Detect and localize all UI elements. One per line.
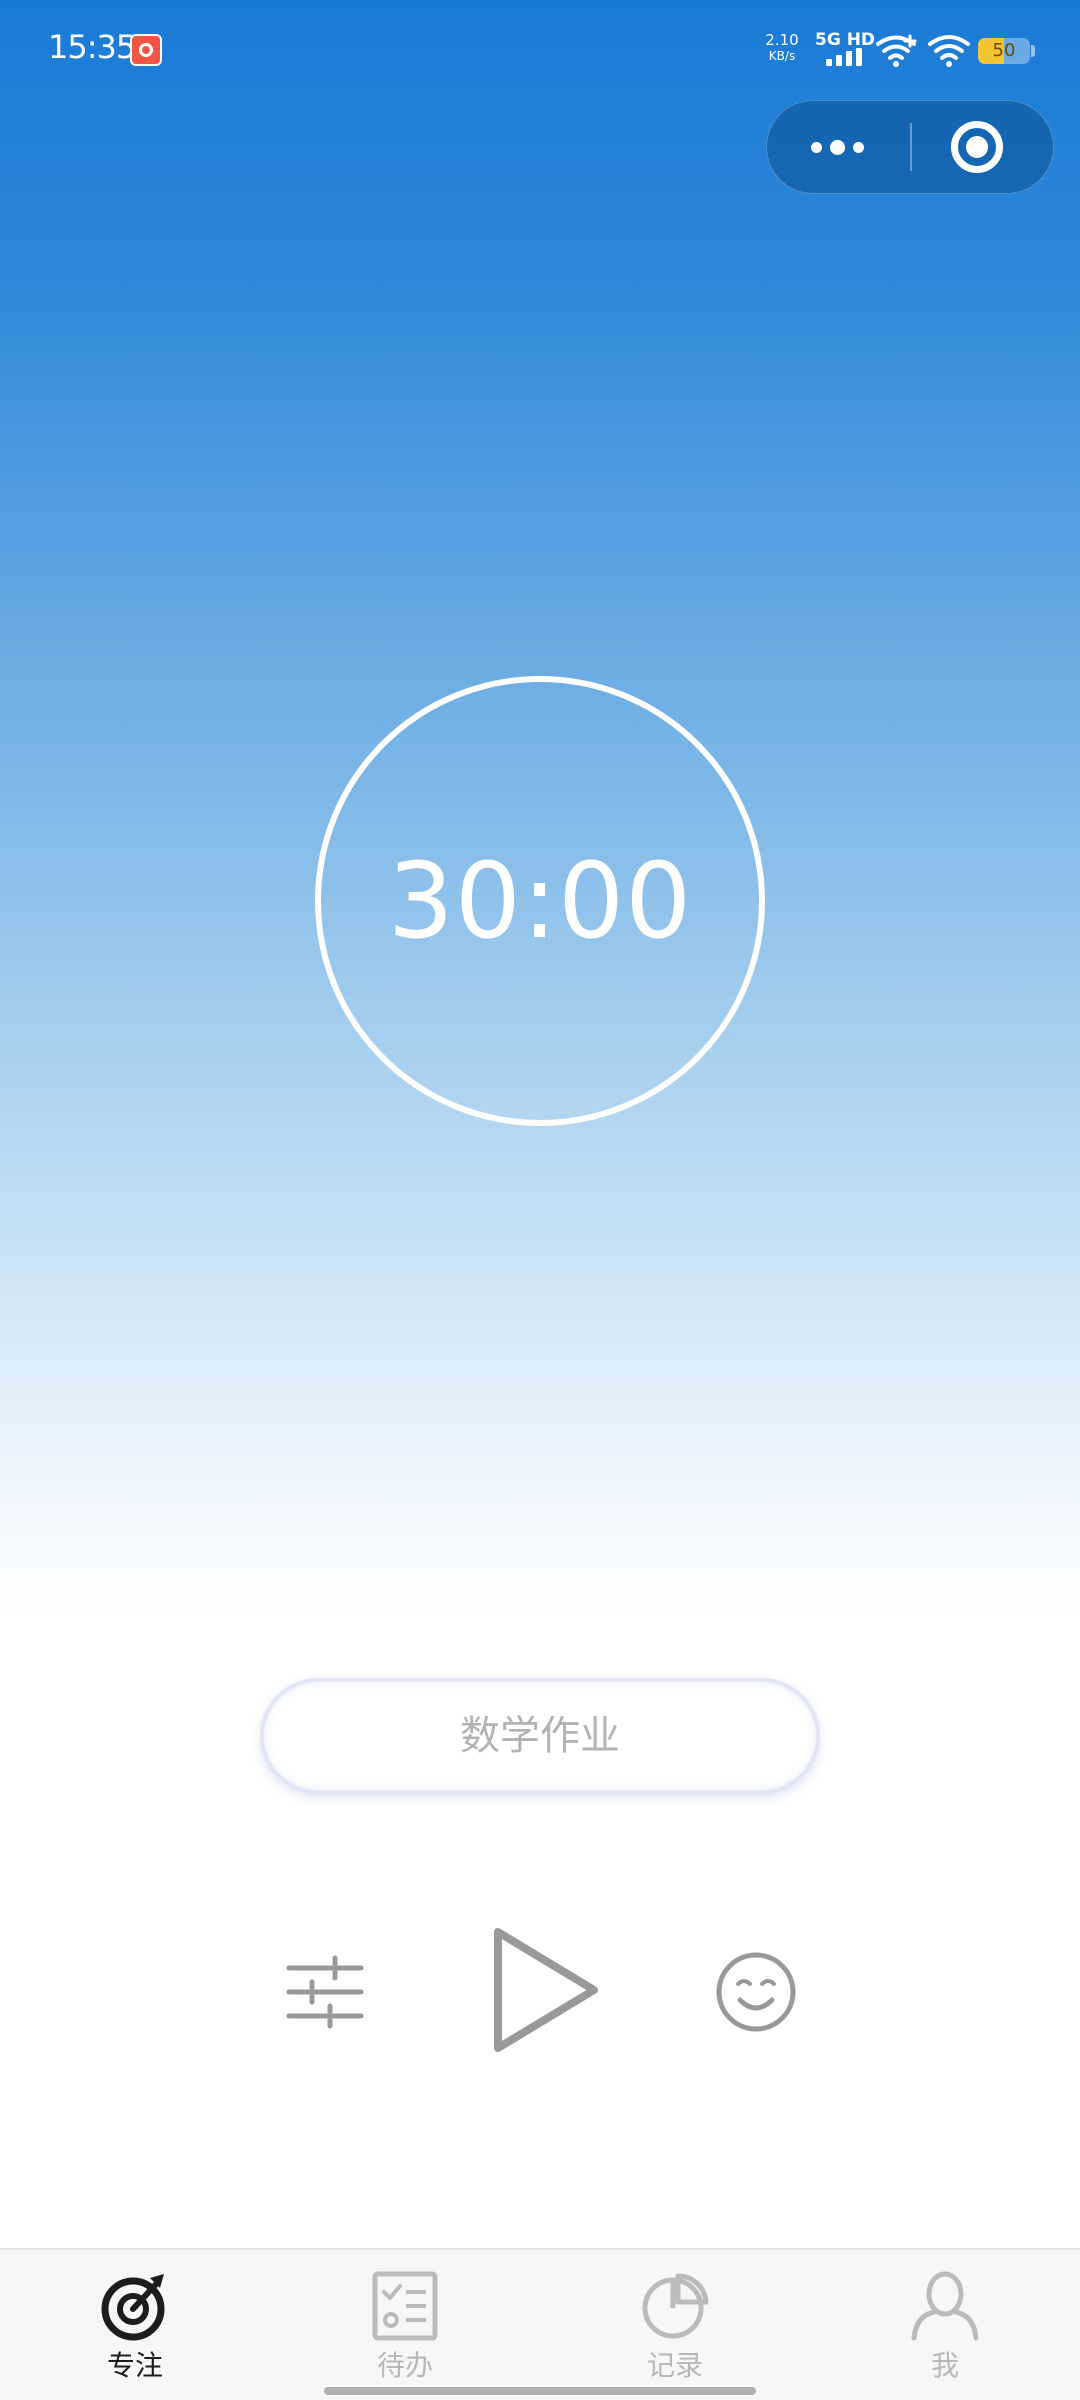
tab-focus-label: 专注 (106, 2349, 163, 2382)
play-button[interactable] (488, 1924, 604, 2056)
smiley-icon (716, 1952, 796, 2032)
home-indicator[interactable] (324, 2387, 756, 2395)
miniprogram-capsule (766, 100, 1054, 194)
bottom-tab-bar: 专注 待办 记录 我 (0, 2248, 1080, 2400)
network-speed-value: 2.10 (765, 31, 799, 49)
battery-tip (1031, 45, 1035, 57)
timer-display: 30:00 (387, 840, 693, 962)
play-icon (494, 1928, 598, 2052)
pie-chart-icon (642, 2273, 709, 2339)
tab-records[interactable]: 记录 (540, 2250, 810, 2400)
capsule-divider (910, 123, 912, 171)
wifi-plus-icon (876, 34, 917, 67)
close-miniprogram-button[interactable] (913, 101, 1053, 193)
battery-icon: 50 (978, 38, 1030, 64)
status-time: 15:35 (48, 28, 136, 66)
mood-button[interactable] (714, 1950, 798, 2034)
tab-records-label: 记录 (646, 2349, 703, 2382)
tab-me-label: 我 (930, 2349, 959, 2382)
network-speed: 2.10 KB/s (762, 32, 802, 64)
battery-level: 50 (992, 40, 1016, 61)
focus-target-icon (101, 2274, 165, 2341)
wifi-icon (928, 35, 970, 67)
notification-app-icon (130, 34, 162, 66)
checklist-icon (372, 2271, 438, 2341)
status-bar: 15:35 2.10 KB/s 5G HD 50 (0, 0, 1080, 100)
tab-todo[interactable]: 待办 (270, 2250, 540, 2400)
user-icon (911, 2271, 979, 2341)
timer-circle[interactable]: 30:00 (315, 676, 765, 1126)
signal-type-label: 5G HD (815, 30, 876, 50)
settings-button[interactable] (280, 1950, 370, 2034)
tab-focus[interactable]: 专注 (0, 2250, 270, 2400)
network-speed-unit: KB/s (768, 49, 796, 63)
task-select-button[interactable]: 数学作业 (260, 1678, 820, 1794)
more-button[interactable] (767, 101, 910, 193)
sliders-icon (286, 1955, 364, 2029)
tab-todo-label: 待办 (376, 2349, 433, 2382)
cellular-signal-icon (826, 48, 866, 66)
task-label: 数学作业 (460, 1713, 620, 1759)
tab-me[interactable]: 我 (810, 2250, 1080, 2400)
